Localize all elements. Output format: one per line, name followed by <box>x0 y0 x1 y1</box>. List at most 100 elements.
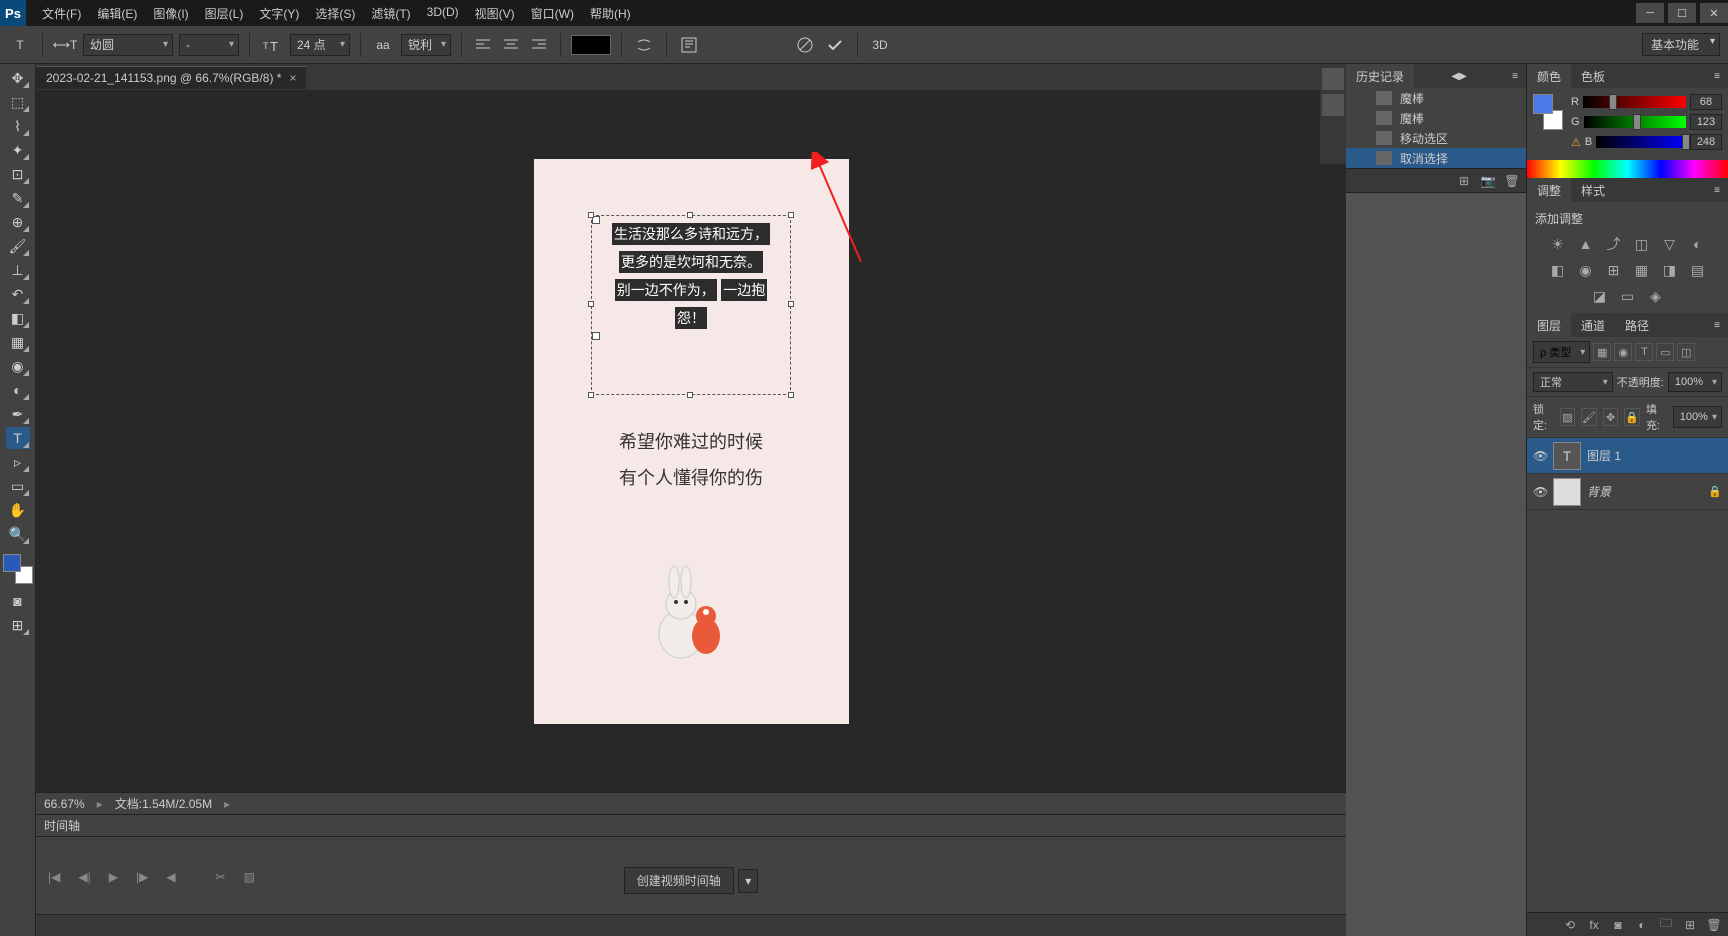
font-family-dropdown[interactable]: 幼圆 <box>83 34 173 56</box>
prev-frame-icon[interactable]: ◀| <box>74 868 94 886</box>
handle-bot-mid[interactable] <box>687 392 693 398</box>
align-right-button[interactable] <box>528 34 550 56</box>
fg-swatch[interactable] <box>1533 94 1553 114</box>
channel-mixer-icon[interactable]: ⊞ <box>1604 261 1624 279</box>
bw-icon[interactable]: ◧ <box>1548 261 1568 279</box>
r-value[interactable]: 68 <box>1690 94 1722 110</box>
handle-mid-right[interactable] <box>788 301 794 307</box>
align-center-button[interactable] <box>500 34 522 56</box>
strip-icon-1[interactable] <box>1322 68 1344 90</box>
canvas[interactable]: 生活没那么多诗和远方， 更多的是坎坷和无奈。 别一边不作为， 一边抱 怨！ 希望… <box>534 159 849 724</box>
commit-edit-icon[interactable] <box>823 33 847 57</box>
foreground-color[interactable] <box>3 554 21 572</box>
tab-layers[interactable]: 图层 <box>1527 313 1571 338</box>
g-value[interactable]: 123 <box>1690 114 1722 130</box>
brightness-icon[interactable]: ☀ <box>1548 235 1568 253</box>
blend-mode-dropdown[interactable]: 正常 <box>1533 372 1613 392</box>
menu-file[interactable]: 文件(F) <box>34 1 89 26</box>
scissors-icon[interactable]: ✂ <box>212 868 230 886</box>
doc-size[interactable]: 文档:1.54M/2.05M <box>115 795 212 812</box>
transition-icon[interactable]: ▨ <box>240 868 259 886</box>
text-line-1[interactable]: 生活没那么多诗和远方， <box>612 223 770 245</box>
delete-layer-icon[interactable]: 🗑 <box>1706 917 1722 933</box>
minimize-button[interactable]: ─ <box>1636 3 1664 23</box>
menu-type[interactable]: 文字(Y) <box>251 1 307 26</box>
curves-icon[interactable]: ⤴ <box>1604 235 1624 253</box>
canvas-area[interactable]: 生活没那么多诗和远方， 更多的是坎坷和无奈。 别一边不作为， 一边抱 怨！ 希望… <box>36 90 1346 792</box>
layer-filter-kind[interactable]: ρ 类型 <box>1533 341 1590 363</box>
gradient-tool[interactable]: ▦ <box>6 331 30 353</box>
color-picker-swatches[interactable] <box>1533 94 1563 130</box>
tab-channels[interactable]: 通道 <box>1571 313 1615 338</box>
menu-edit[interactable]: 编辑(E) <box>89 1 145 26</box>
screenmode-tool[interactable]: ⊞ <box>6 614 30 636</box>
handle-bot-left[interactable] <box>588 392 594 398</box>
brush-tool[interactable]: 🖌 <box>6 235 30 257</box>
history-item-deselect[interactable]: 取消选择 <box>1346 148 1526 168</box>
lock-position-icon[interactable]: ✥ <box>1603 408 1618 426</box>
hue-icon[interactable]: ◐ <box>1688 235 1708 253</box>
filter-shape-icon[interactable]: ▭ <box>1656 343 1674 361</box>
layer-item-bg[interactable]: 👁 背景 🔒 <box>1527 474 1728 510</box>
strip-icon-2[interactable] <box>1322 94 1344 116</box>
fill-input[interactable]: 100% <box>1673 406 1722 428</box>
tab-close-icon[interactable]: × <box>289 71 296 85</box>
delete-state-icon[interactable]: 🗑 <box>1504 173 1520 189</box>
shape-tool[interactable]: ▭ <box>6 475 30 497</box>
create-timeline-button[interactable]: 创建视频时间轴 <box>624 867 734 894</box>
move-tool[interactable]: ✥ <box>6 67 30 89</box>
menu-view[interactable]: 视图(V) <box>467 1 523 26</box>
r-slider[interactable] <box>1583 96 1686 108</box>
tab-swatches[interactable]: 色板 <box>1571 64 1615 89</box>
panel-collapse-icon[interactable]: ◀▶ <box>1443 71 1474 82</box>
visibility-icon[interactable]: 👁 <box>1533 449 1547 463</box>
character-panel-icon[interactable] <box>677 33 701 57</box>
path-select-tool[interactable]: ▹ <box>6 451 30 473</box>
vibrance-icon[interactable]: ▽ <box>1660 235 1680 253</box>
menu-help[interactable]: 帮助(H) <box>582 1 639 26</box>
font-style-dropdown[interactable]: - <box>179 34 239 56</box>
link-layers-icon[interactable]: ⟲ <box>1562 917 1578 933</box>
layer-name[interactable]: 图层 1 <box>1587 447 1722 464</box>
menu-select[interactable]: 选择(S) <box>307 1 363 26</box>
blur-tool[interactable]: ◉ <box>6 355 30 377</box>
play-icon[interactable]: ▶ <box>105 868 122 886</box>
3d-text-icon[interactable]: 3D <box>868 33 892 57</box>
new-group-icon[interactable]: 🗀 <box>1658 917 1674 933</box>
type-tool-icon[interactable]: T <box>8 33 32 57</box>
b-value[interactable]: 248 <box>1690 134 1722 150</box>
handle-bot-right[interactable] <box>788 392 794 398</box>
history-tab[interactable]: 历史记录 <box>1346 64 1414 89</box>
threshold-icon[interactable]: ◪ <box>1590 287 1610 305</box>
filter-type-icon[interactable]: T <box>1635 343 1653 361</box>
text-color-swatch[interactable] <box>571 35 611 55</box>
crop-tool[interactable]: ⊡ <box>6 163 30 185</box>
history-item-move[interactable]: 移动选区 <box>1346 128 1526 148</box>
spectrum-bar[interactable] <box>1527 160 1728 178</box>
text-transform-box[interactable]: 生活没那么多诗和远方， 更多的是坎坷和无奈。 别一边不作为， 一边抱 怨！ <box>591 215 791 395</box>
font-size-dropdown[interactable]: 24 点 <box>290 34 350 56</box>
next-frame-icon[interactable]: |▶ <box>132 868 152 886</box>
layer-mask-icon[interactable]: ◙ <box>1610 917 1626 933</box>
tab-adjust[interactable]: 调整 <box>1527 178 1571 203</box>
menu-image[interactable]: 图像(I) <box>145 1 196 26</box>
filter-smart-icon[interactable]: ◫ <box>1677 343 1695 361</box>
document-tab[interactable]: 2023-02-21_141153.png @ 66.7%(RGB/8) * × <box>36 66 306 89</box>
menu-filter[interactable]: 滤镜(T) <box>363 1 418 26</box>
layer-thumb-bg[interactable] <box>1553 478 1581 506</box>
handle-top-mid[interactable] <box>687 212 693 218</box>
quickmask-tool[interactable]: ◙ <box>6 590 30 612</box>
menu-layer[interactable]: 图层(L) <box>197 1 252 26</box>
opacity-input[interactable]: 100% <box>1668 372 1722 392</box>
heal-tool[interactable]: ⊕ <box>6 211 30 233</box>
panel-menu-icon[interactable]: ≡ <box>1706 71 1728 82</box>
eraser-tool[interactable]: ◧ <box>6 307 30 329</box>
eyedropper-tool[interactable]: ✎ <box>6 187 30 209</box>
type-tool[interactable]: T <box>6 427 30 449</box>
warp-text-icon[interactable] <box>632 33 656 57</box>
photo-filter-icon[interactable]: ◉ <box>1576 261 1596 279</box>
dodge-tool[interactable]: ◐ <box>6 379 30 401</box>
exposure-icon[interactable]: ◫ <box>1632 235 1652 253</box>
handle-top-left[interactable] <box>588 212 594 218</box>
cancel-edit-icon[interactable] <box>793 33 817 57</box>
